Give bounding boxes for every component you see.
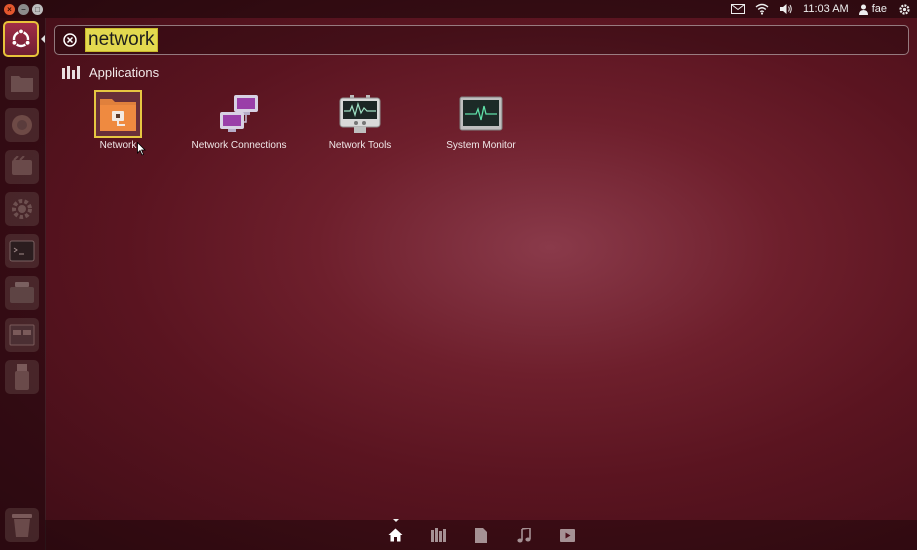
files-icon xyxy=(475,527,487,543)
lens-applications-button[interactable] xyxy=(430,528,446,543)
app-label-network-tools: Network Tools xyxy=(328,140,392,151)
usb-drive-icon xyxy=(15,364,29,390)
music-icon xyxy=(517,527,531,542)
mail-icon[interactable] xyxy=(731,3,746,15)
launcher-workspace-switcher[interactable] xyxy=(5,276,39,310)
search-input[interactable]: network xyxy=(85,28,158,52)
session-gear-icon[interactable] xyxy=(897,3,911,15)
user-name: fae xyxy=(871,3,887,15)
folder-icon xyxy=(11,76,33,92)
category-label: Applications xyxy=(89,65,160,80)
workspace-icon xyxy=(10,282,34,303)
terminal-icon xyxy=(9,240,35,262)
maximize-window-button[interactable]: □ xyxy=(32,3,43,15)
clock[interactable]: 11:03 AM xyxy=(803,3,849,15)
user-menu[interactable]: fae xyxy=(858,3,887,15)
lens-bar xyxy=(45,518,917,550)
launcher-firefox[interactable] xyxy=(5,108,39,142)
clear-search-icon[interactable] xyxy=(61,31,79,49)
network-folder-icon xyxy=(94,90,142,138)
indicator-area: 11:03 AM fae xyxy=(731,3,911,15)
network-tools-icon xyxy=(336,90,384,138)
app-result-network-tools[interactable]: Network Tools xyxy=(300,90,420,151)
applications-category-icon xyxy=(62,66,80,79)
home-icon xyxy=(388,528,402,542)
app-label-system-monitor: System Monitor xyxy=(446,140,516,151)
window-controls: × – □ xyxy=(4,3,43,15)
media-icon xyxy=(12,156,32,175)
network-connections-icon xyxy=(215,90,263,138)
user-icon xyxy=(858,4,868,15)
launcher-active-arrow xyxy=(41,35,45,43)
lens-home-button[interactable] xyxy=(388,518,403,543)
lens-music-button[interactable] xyxy=(517,527,532,543)
launcher-screen-app[interactable] xyxy=(5,318,39,352)
video-icon xyxy=(559,528,575,542)
minimize-window-button[interactable]: – xyxy=(18,3,29,15)
applications-icon xyxy=(430,528,446,542)
launcher-usb-drive[interactable] xyxy=(5,360,39,394)
app-result-network-connections[interactable]: Network Connections xyxy=(179,90,299,151)
category-applications-header[interactable]: Applications xyxy=(62,65,159,80)
app-result-network[interactable]: Network xyxy=(58,90,178,151)
launcher-trash[interactable] xyxy=(5,508,39,542)
dash-home-button[interactable] xyxy=(3,21,39,57)
close-window-button[interactable]: × xyxy=(4,3,15,15)
mouse-pointer-icon xyxy=(137,142,146,156)
launcher-system-settings[interactable] xyxy=(5,192,39,226)
launcher-media[interactable] xyxy=(5,150,39,184)
firefox-icon xyxy=(12,115,32,135)
ubuntu-logo-icon xyxy=(11,28,31,48)
lens-files-button[interactable] xyxy=(474,527,489,543)
dash-search-bar: network xyxy=(54,25,909,55)
lens-video-button[interactable] xyxy=(559,528,575,543)
launcher-files-folder[interactable] xyxy=(5,66,39,100)
gear-icon xyxy=(12,199,32,219)
launcher-terminal[interactable] xyxy=(5,234,39,268)
wifi-icon[interactable] xyxy=(755,3,769,15)
launcher xyxy=(0,18,46,550)
app-label-network-connections: Network Connections xyxy=(191,140,287,151)
app-result-system-monitor[interactable]: System Monitor xyxy=(421,90,541,151)
screen-icon xyxy=(9,324,35,346)
trash-icon xyxy=(12,514,32,537)
system-monitor-icon xyxy=(457,90,505,138)
top-panel: × – □ 11:03 AM fae xyxy=(0,0,917,18)
volume-icon[interactable] xyxy=(779,3,793,15)
app-label-network: Network xyxy=(99,140,137,151)
